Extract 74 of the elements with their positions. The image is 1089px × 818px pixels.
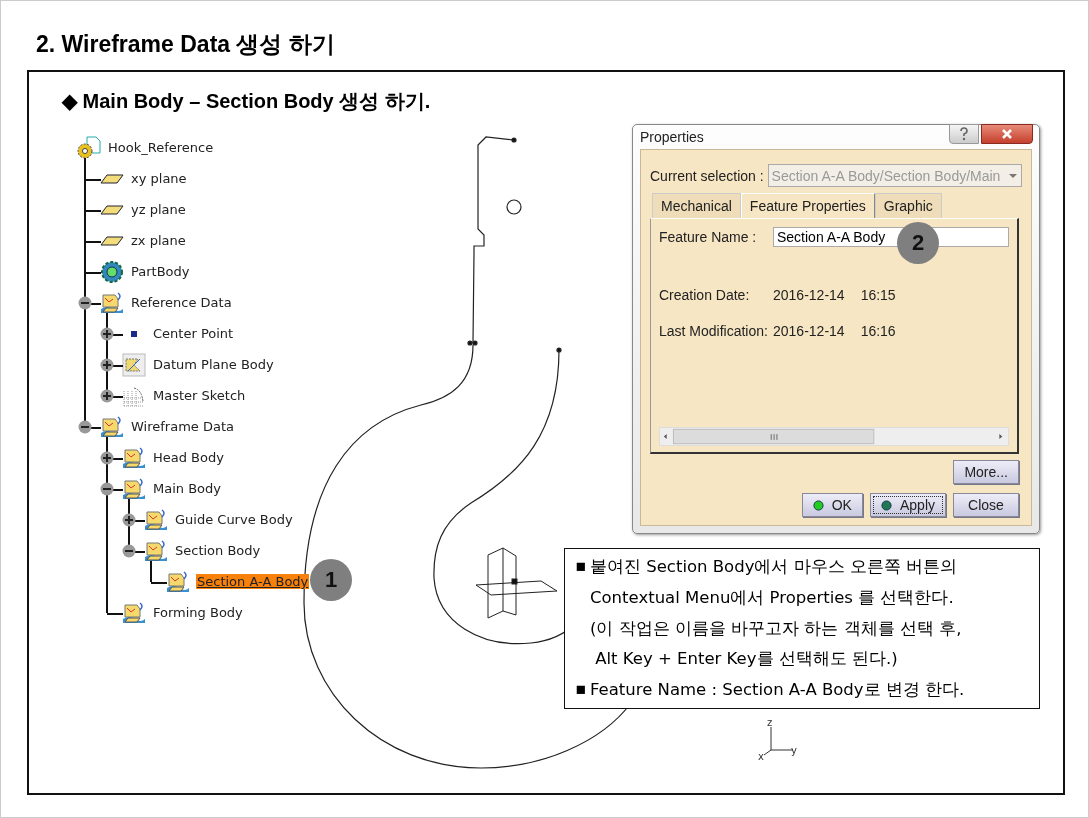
dialog-button[interactable]: Apply [869, 493, 946, 517]
expand-icon[interactable] [100, 450, 114, 465]
tree-item[interactable]: Main Body [152, 481, 222, 496]
axis-label: y [791, 745, 797, 756]
geometrical-set-icon [100, 290, 124, 315]
horizontal-scrollbar[interactable] [659, 427, 1009, 446]
tree-item[interactable]: Wireframe Data [130, 419, 235, 434]
tree-item[interactable]: xy plane [130, 171, 188, 186]
help-button[interactable] [949, 124, 979, 144]
section-heading: ◆ Main Body – Section Body 생성 하기. [62, 89, 431, 114]
collapse-icon[interactable] [122, 543, 136, 558]
step-marker-overlay: 1 [310, 559, 352, 601]
tree-item[interactable]: Guide Curve Body [174, 512, 294, 527]
dialog-button[interactable]: OK [801, 493, 863, 517]
tree-item[interactable]: PartBody [130, 264, 191, 279]
tree-item[interactable]: Forming Body [152, 605, 244, 620]
time-value: 16:16 [860, 323, 896, 339]
tree-item[interactable]: Head Body [152, 450, 225, 465]
close-icon [1001, 128, 1013, 140]
axis-label: x [758, 751, 764, 762]
tree-item[interactable]: Center Point [152, 326, 235, 341]
note-text: 붙여진 Section Body에서 마우스 오른쪽 버튼의 [590, 556, 958, 578]
tree-item[interactable]: Section A-A Body [196, 574, 310, 589]
note-text: Alt Key + Enter Key를 선택해도 된다.) [594, 648, 898, 671]
bullet: ▪ [575, 556, 588, 577]
caret-icon [1009, 173, 1017, 178]
tree-item[interactable]: Master Sketch [152, 388, 247, 403]
geometrical-set-icon [100, 414, 124, 439]
gear-icon [100, 259, 124, 284]
note-text: (이 작업은 이름을 바꾸고자 하는 객체를 선택 후, [590, 617, 962, 640]
status-light-icon [812, 499, 824, 511]
note-text: Feature Name : Section A-A Body로 변경 한다. [590, 679, 965, 701]
field-label: Last Modification: [659, 323, 769, 339]
date-value: 2016-12-14 [773, 323, 845, 339]
geometrical-set-icon [122, 600, 146, 625]
geometrical-set-icon [144, 507, 168, 532]
dialog-title: Properties [640, 129, 705, 145]
field-label: Creation Date: [659, 287, 751, 303]
expand-icon[interactable] [122, 512, 136, 527]
datum-body-icon [122, 352, 146, 377]
status-light-icon [880, 499, 892, 511]
page-title: 2. Wireframe Data 생성 하기 [36, 30, 336, 59]
date-value: 2016-12-14 [773, 287, 845, 303]
tree-item[interactable]: Reference Data [130, 295, 233, 310]
tab[interactable]: Feature Properties [740, 193, 875, 218]
tab[interactable]: Graphic [874, 193, 942, 218]
note-text: Contextual Menu에서 Properties 를 선택한다. [590, 586, 954, 609]
question-mark-icon [958, 127, 970, 141]
close-button[interactable] [981, 124, 1033, 144]
field-label: Current selection : [650, 167, 764, 184]
axis-label: z [767, 717, 773, 728]
geometrical-set-icon [122, 445, 146, 470]
tab[interactable]: Mechanical [652, 193, 741, 218]
tree-item[interactable]: Datum Plane Body [152, 357, 275, 372]
collapse-icon[interactable] [78, 419, 92, 434]
point-icon [131, 330, 137, 337]
collapse-icon[interactable] [100, 481, 114, 496]
tree-item[interactable]: Hook_Reference [107, 140, 215, 155]
expand-icon[interactable] [100, 357, 114, 372]
geometrical-set-icon [166, 569, 190, 594]
more-button[interactable]: More... [953, 460, 1019, 484]
expand-icon[interactable] [100, 388, 114, 403]
geometrical-set-icon [144, 538, 168, 563]
part-icon [77, 135, 101, 160]
dialog-button[interactable]: Close [953, 493, 1019, 517]
tree-item[interactable]: Section Body [174, 543, 262, 558]
bullet: ▪ [575, 679, 588, 700]
geometrical-set-icon [122, 476, 146, 501]
expand-icon[interactable] [100, 326, 114, 341]
tree-item[interactable]: zx plane [130, 233, 187, 248]
collapse-icon[interactable] [78, 295, 92, 310]
field-label: Feature Name : [659, 229, 758, 245]
time-value: 16:15 [860, 287, 896, 303]
tree-item[interactable]: yz plane [130, 202, 187, 217]
